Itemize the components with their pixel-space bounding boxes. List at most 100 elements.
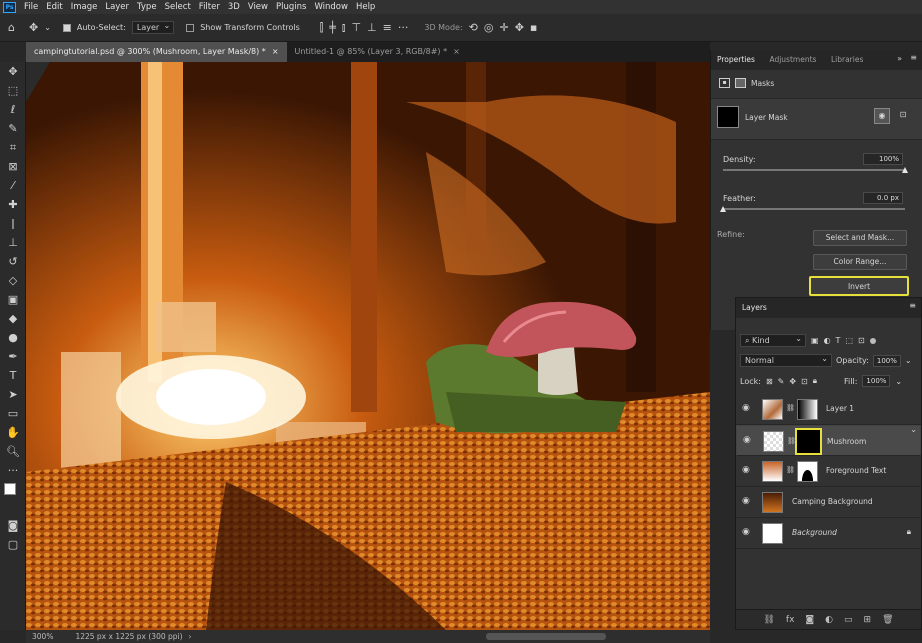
transform-controls-checkbox[interactable] [186,23,195,32]
opacity-field[interactable]: 100% [872,354,901,367]
new-group-icon[interactable]: ▭ [844,615,853,625]
panel-menu-icon[interactable]: ≡ [909,301,916,310]
frame-tool-icon[interactable]: ⊠ [0,157,26,176]
type-tool-icon[interactable]: T [0,366,26,385]
select-and-mask-button[interactable]: Select and Mask... [813,230,907,246]
layers-title[interactable]: Layers [742,303,767,312]
pixel-mask-icon[interactable]: ▪ [719,78,730,88]
history-brush-tool-icon[interactable]: ↺ [0,252,26,271]
layer-row-camping-background[interactable]: ◉ Camping Background [736,487,921,518]
eyedropper-tool-icon[interactable]: ⁄ [0,176,26,195]
feather-field[interactable]: 0.0 px [863,192,903,204]
path-select-tool-icon[interactable]: ➤ [0,385,26,404]
blur-tool-icon[interactable]: ◆ [0,309,26,328]
add-mask-icon[interactable]: ◙ [805,615,814,625]
menu-3d[interactable]: 3D [224,0,244,14]
zoom-tool-icon[interactable]: 🔍︎ [0,442,26,461]
visibility-eye-icon[interactable]: ◉ [743,435,751,446]
gradient-tool-icon[interactable]: ▣ [0,290,26,309]
align-left-icon[interactable]: ⫿ [320,21,324,35]
chevron-down-icon[interactable]: ⌄ [905,356,912,365]
align-right-icon[interactable]: ⫾ [342,21,346,35]
menu-file[interactable]: File [20,0,42,14]
link-icon[interactable]: ⛓ [786,404,795,412]
layer-row-foreground-text[interactable]: ◉ ⛓ Foreground Text [736,456,921,487]
brush-tool-icon[interactable]: ǀ [0,214,26,233]
menu-plugins[interactable]: Plugins [272,0,310,14]
zoom-level[interactable]: 300% [26,632,59,641]
new-layer-icon[interactable]: ⊞ [864,615,872,625]
align-top-icon[interactable]: ⊤ [351,21,361,34]
link-icon[interactable]: ⛓ [786,466,795,474]
dodge-tool-icon[interactable]: ● [0,328,26,347]
chevron-down-icon[interactable]: ⌄ [895,377,902,386]
close-icon[interactable]: × [453,47,460,56]
clone-stamp-tool-icon[interactable]: ⊥ [0,233,26,252]
drag-3d-icon[interactable]: ✛ [499,21,508,34]
filter-toggle-icon[interactable] [869,337,876,344]
blend-mode-dropdown[interactable]: Normal [740,353,832,367]
lock-artboard-icon[interactable]: ⊡ [801,377,808,386]
roll-3d-icon[interactable]: ◎ [484,21,494,34]
slide-3d-icon[interactable]: ✥ [515,21,524,34]
menu-window[interactable]: Window [310,0,352,14]
layer-mask-icon[interactable] [735,78,746,88]
filter-adjustment-icon[interactable]: ◐ [824,336,831,345]
more-options-icon[interactable]: ··· [398,21,409,34]
filter-shape-icon[interactable]: ⬚ [845,336,853,345]
panel-menu-icon[interactable]: ≡ [910,53,917,62]
menu-select[interactable]: Select [161,0,195,14]
tab-untitled-1[interactable]: Untitled-1 @ 85% (Layer 3, RGB/8#) * × [287,42,468,62]
spot-healing-tool-icon[interactable]: ✚ [0,195,26,214]
visibility-eye-icon[interactable]: ◉ [742,465,750,475]
layer-row-background[interactable]: ◉ Background 🔒︎ [736,518,921,549]
add-vector-mask-icon[interactable]: ⊡ [895,108,911,124]
tab-adjustments[interactable]: Adjustments [763,50,822,70]
orbit-3d-icon[interactable]: ⟲ [469,21,478,34]
auto-select-checkbox[interactable] [62,23,71,32]
crop-tool-icon[interactable]: ⌗ [0,138,26,157]
feather-slider-knob[interactable] [720,206,726,212]
menu-layer[interactable]: Layer [101,0,133,14]
scale-3d-icon[interactable]: ▪ [530,21,537,34]
link-layers-icon[interactable]: ⛓ [763,615,774,625]
add-pixel-mask-icon[interactable]: ◉ [874,108,890,124]
layer-row-mushroom[interactable]: ◉ ⛓ Mushroom [736,424,921,456]
delete-layer-icon[interactable]: 🗑︎ [882,615,893,625]
lock-image-icon[interactable]: ✎ [778,377,785,386]
lock-all-icon[interactable]: 🔒︎ [813,376,817,386]
color-range-button[interactable]: Color Range... [813,254,907,270]
lock-transparent-icon[interactable]: ⊠ [766,377,773,386]
chevron-right-icon[interactable]: › [183,632,192,641]
visibility-eye-icon[interactable]: ◉ [742,496,750,506]
feather-slider[interactable] [723,208,905,210]
foreground-color-swatch[interactable] [4,483,16,495]
eraser-tool-icon[interactable]: ◇ [0,271,26,290]
close-icon[interactable]: × [272,47,279,56]
pen-tool-icon[interactable]: ✒ [0,347,26,366]
collapse-panel-icon[interactable]: » [897,54,902,63]
edit-toolbar-icon[interactable]: ··· [0,461,26,480]
tab-libraries[interactable]: Libraries [825,50,869,70]
fill-field[interactable]: 100% [862,375,891,387]
lasso-tool-icon[interactable]: ℓ [0,100,26,119]
shape-tool-icon[interactable]: ▭ [0,404,26,423]
layer-row-layer-1[interactable]: ◉ ⛓ Layer 1 [736,394,921,425]
filter-kind-dropdown[interactable]: ⌕ Kind [740,333,806,347]
tab-properties[interactable]: Properties [711,50,761,70]
hand-tool-icon[interactable]: ✋ [0,423,26,442]
screen-mode-icon[interactable]: ▢ [0,535,26,554]
filter-type-icon[interactable]: T [836,336,841,345]
menu-help[interactable]: Help [352,0,379,14]
density-slider-knob[interactable] [902,167,908,173]
menu-edit[interactable]: Edit [42,0,66,14]
menu-view[interactable]: View [244,0,272,14]
move-tool-icon[interactable]: ✥ [0,62,26,81]
document-canvas[interactable] [26,62,710,630]
layer-style-icon[interactable]: fx [786,615,795,625]
menu-image[interactable]: Image [67,0,102,14]
invert-button[interactable]: Invert [809,276,909,296]
quick-select-tool-icon[interactable]: ✎ [0,119,26,138]
home-icon[interactable]: ⌂ [8,21,15,34]
menu-type[interactable]: Type [133,0,161,14]
